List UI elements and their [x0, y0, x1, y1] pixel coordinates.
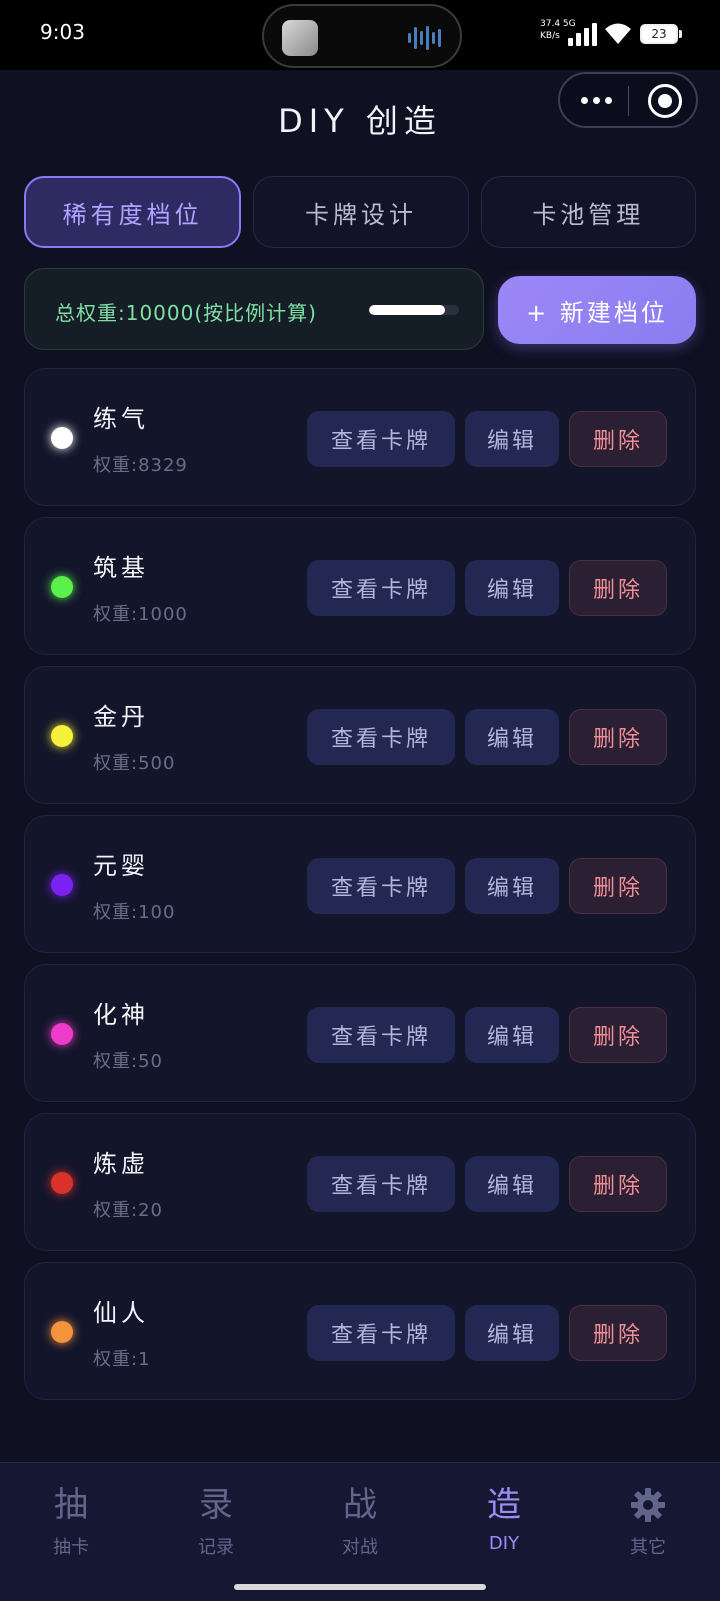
nav-draw[interactable]: 抽 抽卡	[21, 1483, 121, 1559]
delete-button[interactable]: 删除	[569, 1156, 667, 1212]
view-cards-button[interactable]: 查看卡牌	[307, 858, 455, 914]
view-cards-button[interactable]: 查看卡牌	[307, 709, 455, 765]
dynamic-island	[262, 4, 462, 68]
tier-color-dot	[51, 725, 73, 747]
delete-button[interactable]: 删除	[569, 1007, 667, 1063]
audio-wave-icon	[408, 24, 442, 52]
tier-color-dot	[51, 1023, 73, 1045]
tier-name: 练气	[93, 405, 149, 433]
battery-level: 23	[651, 27, 667, 41]
edit-button[interactable]: 编辑	[465, 411, 559, 467]
tier-weight: 权重:500	[93, 753, 176, 774]
tier-name: 仙人	[93, 1299, 149, 1327]
tab-bar: 稀有度档位 卡牌设计 卡池管理	[24, 176, 696, 248]
view-cards-button[interactable]: 查看卡牌	[307, 411, 455, 467]
tier-color-dot	[51, 1321, 73, 1343]
tier-card: 仙人权重:1 查看卡牌 编辑 删除	[24, 1262, 696, 1400]
battery-tip	[679, 30, 682, 38]
status-bar: 9:03 37.4 5G KB/s 23	[0, 0, 720, 70]
weight-progress-fill	[369, 305, 445, 315]
tier-color-dot	[51, 427, 73, 449]
total-weight-text: 总权重:10000(按比例计算)	[55, 301, 317, 325]
tier-list: 练气 权重:8329 查看卡牌 编辑 删除 筑基 权重:1000 查看卡牌 编辑 删除 金丹 权重:5…	[24, 368, 696, 1411]
diy-icon: 造	[487, 1485, 521, 1525]
tab-rarity-tiers[interactable]: 稀有度档位	[24, 176, 242, 248]
tier-color-dot	[51, 874, 73, 896]
tier-card: 元婴权重:100 查看卡牌 编辑 删除	[24, 815, 696, 953]
delete-button[interactable]: 删除	[569, 560, 667, 616]
tier-name: 化神	[93, 1001, 149, 1029]
edit-button[interactable]: 编辑	[465, 560, 559, 616]
nav-battle[interactable]: 战 对战	[310, 1483, 410, 1559]
page-title: DIY 创造	[278, 102, 442, 140]
wifi-icon	[605, 23, 631, 44]
tier-color-dot	[51, 576, 73, 598]
tier-weight: 权重:1000	[93, 604, 188, 625]
tab-card-design[interactable]: 卡牌设计	[253, 176, 469, 248]
tier-card: 练气权重:8329 查看卡牌 编辑 删除	[24, 368, 696, 506]
tier-weight: 权重:50	[93, 1051, 163, 1072]
edit-button[interactable]: 编辑	[465, 1305, 559, 1361]
nav-label: DIY	[488, 1533, 520, 1554]
signal-icon	[568, 22, 597, 46]
tier-card: 筑基权重:1000 查看卡牌 编辑 删除	[24, 517, 696, 655]
status-time: 9:03	[40, 20, 85, 44]
tier-weight: 权重:8329	[93, 455, 188, 476]
nav-label: 抽卡	[53, 1537, 89, 1558]
tier-name: 金丹	[93, 703, 149, 731]
tier-weight: 权重:100	[93, 902, 176, 923]
tier-color-dot	[51, 1172, 73, 1194]
tier-name: 炼虚	[93, 1150, 149, 1178]
delete-button[interactable]: 删除	[569, 1305, 667, 1361]
tier-card: 金丹权重:500 查看卡牌 编辑 删除	[24, 666, 696, 804]
draw-icon: 抽	[54, 1485, 88, 1525]
view-cards-button[interactable]: 查看卡牌	[307, 560, 455, 616]
nav-diy[interactable]: 造 DIY	[454, 1483, 554, 1554]
tier-name: 元婴	[93, 852, 149, 880]
weight-progress-bar	[369, 305, 459, 315]
view-cards-button[interactable]: 查看卡牌	[307, 1156, 455, 1212]
nav-other[interactable]: 其它	[598, 1483, 698, 1559]
delete-button[interactable]: 删除	[569, 411, 667, 467]
delete-button[interactable]: 删除	[569, 858, 667, 914]
tier-weight: 权重:20	[93, 1200, 163, 1221]
records-icon: 录	[199, 1485, 233, 1525]
delete-button[interactable]: 删除	[569, 709, 667, 765]
nav-records[interactable]: 录 记录	[166, 1483, 266, 1559]
home-indicator	[234, 1584, 486, 1590]
bottom-nav: 抽 抽卡 录 记录 战 对战 造 DIY 其它	[0, 1462, 720, 1601]
edit-button[interactable]: 编辑	[465, 858, 559, 914]
edit-button[interactable]: 编辑	[465, 1007, 559, 1063]
tier-weight: 权重:1	[93, 1349, 151, 1370]
tier-name: 筑基	[93, 554, 149, 582]
edit-button[interactable]: 编辑	[465, 1156, 559, 1212]
nav-label: 其它	[630, 1537, 666, 1558]
battery-icon: 23	[640, 24, 678, 44]
view-cards-button[interactable]: 查看卡牌	[307, 1305, 455, 1361]
tab-pool-management[interactable]: 卡池管理	[480, 176, 696, 248]
tier-card: 炼虚权重:20 查看卡牌 编辑 删除	[24, 1113, 696, 1251]
view-cards-button[interactable]: 查看卡牌	[307, 1007, 455, 1063]
app-thumbnail-icon	[282, 20, 318, 56]
edit-button[interactable]: 编辑	[465, 709, 559, 765]
tier-card: 化神权重:50 查看卡牌 编辑 删除	[24, 964, 696, 1102]
total-weight-panel: 总权重:10000(按比例计算)	[24, 268, 484, 350]
new-tier-button[interactable]: + 新建档位	[498, 276, 696, 344]
nav-label: 对战	[342, 1537, 378, 1558]
gear-icon	[598, 1483, 698, 1527]
battle-icon: 战	[343, 1485, 377, 1525]
nav-label: 记录	[198, 1537, 234, 1558]
